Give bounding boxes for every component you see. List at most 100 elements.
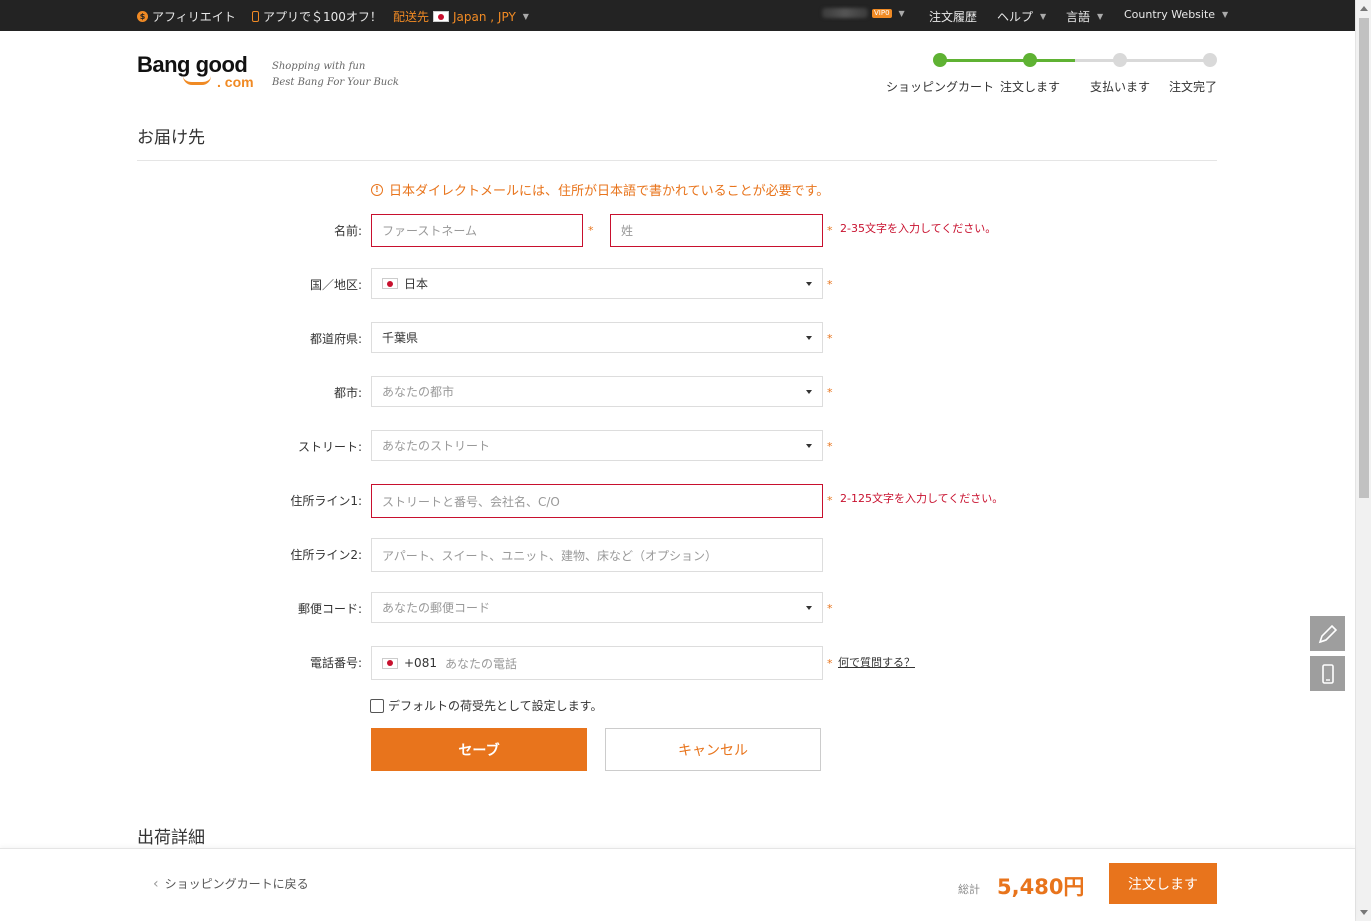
country-website-menu[interactable]: Country Website ▼ (1124, 8, 1228, 21)
top-bar: $ アフィリエイト アプリで＄100オフ！ 配送先 Japan , JPY ▼ … (0, 0, 1355, 31)
total-amount: 5,480円 (997, 875, 1085, 899)
prefecture-label: 都道府県: (309, 332, 362, 346)
phone-input[interactable]: +081 あなたの電話 (371, 646, 823, 680)
required-mark: * (588, 224, 594, 237)
total-label: 総計 (958, 883, 980, 896)
caret-down-icon: ▼ (898, 8, 905, 18)
address1-label: 住所ライン1: (290, 494, 362, 508)
phone-placeholder: あなたの電話 (444, 656, 517, 671)
logo-domain: . com (217, 74, 254, 90)
help-menu[interactable]: ヘルプ ▼ (997, 8, 1046, 25)
feedback-tool[interactable] (1310, 616, 1345, 651)
required-mark: * (827, 386, 833, 399)
required-mark: * (827, 278, 833, 291)
step-label-cart: ショッピングカート (885, 80, 995, 94)
country-value: 日本 (404, 277, 429, 291)
progress-line-done (940, 59, 1075, 62)
alert-icon: ! (371, 183, 383, 196)
caret-down-icon (806, 443, 812, 448)
street-label: ストリート: (297, 440, 362, 454)
place-order-button[interactable]: 注文します (1109, 863, 1217, 904)
default-address-option[interactable]: デフォルトの荷受先として設定します。 (370, 697, 602, 714)
phone-help-link[interactable]: 何で質問する？ (838, 654, 915, 670)
checkout-footer: ‹ ショッピングカートに戻る 総計 5,480円 注文します (0, 848, 1355, 921)
scroll-down-arrow-icon[interactable] (1360, 910, 1368, 915)
city-select[interactable]: あなたの都市 (371, 376, 823, 407)
dollar-icon: $ (137, 11, 148, 22)
scroll-up-arrow-icon[interactable] (1360, 6, 1368, 11)
caret-down-icon (806, 605, 812, 610)
japanese-address-notice: ! 日本ダイレクトメールには、住所が日本語で書かれていることが必要です。 (371, 180, 829, 199)
address-section-title: お届け先 (137, 128, 205, 148)
postal-select[interactable]: あなたの郵便コード (371, 592, 823, 623)
save-button[interactable]: セーブ (371, 728, 587, 771)
banggood-logo[interactable]: Bang good . com Shopping with fun Best B… (137, 52, 399, 92)
logo-tagline-1: Shopping with fun (272, 61, 366, 72)
step-label-complete: 注文完了 (1168, 80, 1218, 94)
account-menu[interactable]: VIP0 ▼ (822, 8, 905, 18)
logo-smile-icon (183, 76, 211, 85)
vip-badge: VIP0 (872, 8, 892, 18)
required-mark: * (827, 602, 833, 615)
help-label: ヘルプ (997, 10, 1034, 24)
phone-country-code: +081 (404, 656, 437, 670)
progress-dot-cart (933, 53, 947, 67)
country-select[interactable]: 日本 (371, 268, 823, 299)
app-promo-label: アプリで＄100オフ！ (263, 10, 382, 24)
back-to-cart-label: ショッピングカートに戻る (164, 877, 309, 891)
back-to-cart-link[interactable]: ‹ ショッピングカートに戻る (153, 875, 309, 892)
step-label-pay: 支払います (1089, 80, 1151, 94)
pencil-icon (1318, 624, 1337, 643)
required-mark: * (827, 440, 833, 453)
street-select[interactable]: あなたのストリート (371, 430, 823, 461)
caret-down-icon: ▼ (1097, 12, 1104, 21)
required-mark: * (827, 332, 833, 345)
scroll-thumb[interactable] (1359, 18, 1369, 498)
logo-tagline-2: Best Bang For Your Buck (272, 77, 399, 88)
last-name-input[interactable]: 姓 (610, 214, 823, 247)
caret-down-icon: ▼ (1040, 12, 1047, 21)
mobile-phone-icon (1321, 663, 1334, 684)
ship-to-value: Japan , JPY (453, 9, 516, 24)
language-label: 言語 (1066, 10, 1091, 24)
prefecture-select[interactable]: 千葉県 (371, 322, 823, 353)
required-mark: * (827, 494, 833, 507)
chevron-left-icon: ‹ (153, 875, 159, 892)
japan-flag-icon (382, 657, 398, 669)
order-history-link[interactable]: 注文履歴 (929, 8, 977, 25)
last-name-placeholder: 姓 (621, 224, 634, 238)
address2-label: 住所ライン2: (290, 548, 362, 562)
name-label: 名前: (333, 224, 362, 238)
language-menu[interactable]: 言語 ▼ (1066, 8, 1103, 25)
default-address-checkbox[interactable] (370, 698, 384, 713)
phone-icon (252, 11, 259, 22)
progress-dot-order (1023, 53, 1037, 67)
city-placeholder: あなたの都市 (382, 385, 455, 399)
section-divider (137, 160, 1217, 161)
cancel-button[interactable]: キャンセル (605, 728, 821, 771)
caret-down-icon (806, 335, 812, 340)
address2-input[interactable]: アパート、スイート、ユニット、建物、床など（オプション） (371, 538, 823, 572)
ship-to-selector[interactable]: 配送先 Japan , JPY ▼ (393, 8, 529, 25)
first-name-input[interactable]: ファーストネーム (371, 214, 583, 247)
country-website-label: Country Website (1124, 8, 1216, 21)
street-placeholder: あなたのストリート (382, 439, 491, 453)
notice-text: 日本ダイレクトメールには、住所が日本語で書かれていることが必要です。 (389, 184, 830, 199)
mobile-app-tool[interactable] (1310, 656, 1345, 691)
city-label: 都市: (333, 386, 362, 400)
address1-input[interactable]: ストリートと番号、会社名、C/O (371, 484, 823, 518)
first-name-placeholder: ファーストネーム (382, 224, 478, 238)
page-scrollbar[interactable] (1355, 0, 1371, 921)
shipping-section-title: 出荷詳細 (137, 828, 205, 848)
caret-down-icon: ▼ (522, 12, 529, 21)
address1-error-message: 2-125文字を入力してください。 (840, 492, 1004, 505)
checkout-progress: ショッピングカート 注文します 支払います 注文完了 (885, 53, 1225, 98)
affiliate-link[interactable]: $ アフィリエイト (137, 8, 236, 25)
ship-to-label: 配送先 (393, 10, 430, 24)
country-label: 国／地区: (309, 278, 362, 292)
postal-label: 郵便コード: (297, 602, 362, 616)
step-label-order: 注文します (999, 80, 1061, 94)
app-promo-link[interactable]: アプリで＄100オフ！ (252, 8, 382, 25)
caret-down-icon: ▼ (1222, 10, 1229, 19)
address1-placeholder: ストリートと番号、会社名、C/O (382, 494, 560, 509)
